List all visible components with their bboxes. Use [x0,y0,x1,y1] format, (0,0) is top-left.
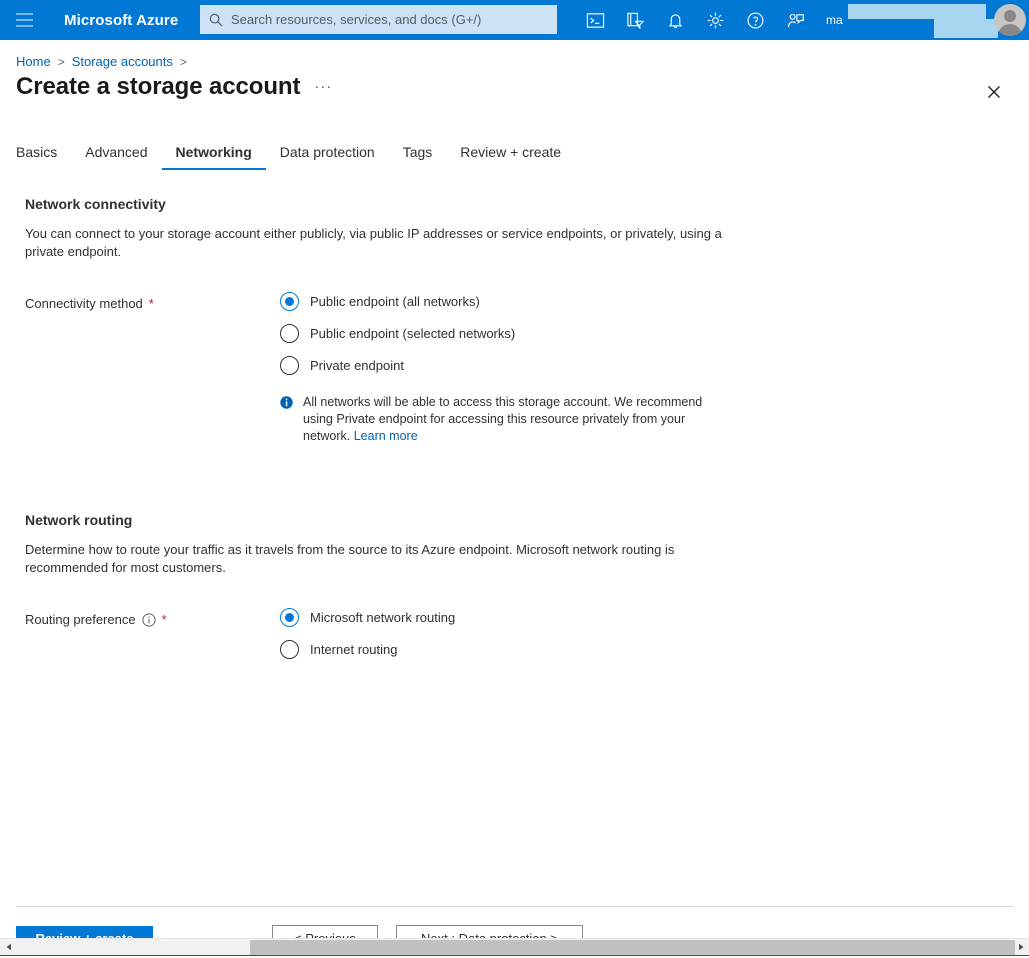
section-description-network-connectivity: You can connect to your storage account … [25,225,725,261]
radio-option-private-endpoint[interactable]: Private endpoint [280,356,728,375]
radio-option-microsoft-network-routing[interactable]: Microsoft network routing [280,608,455,627]
account-menu[interactable]: ma [826,0,843,40]
wizard-tabs: Basics Advanced Networking Data protecti… [16,140,575,170]
tab-tags[interactable]: Tags [389,140,447,170]
tab-advanced[interactable]: Advanced [71,140,161,170]
avatar-head [1004,10,1016,22]
hamburger-line [16,13,33,15]
page-title: Create a storage account [16,73,300,101]
radio-indicator[interactable] [280,356,299,375]
info-filled-icon [280,394,294,445]
networking-form: Network connectivity You can connect to … [0,185,1029,659]
breadcrumb-item-home[interactable]: Home [16,54,51,69]
tab-basics[interactable]: Basics [16,140,71,170]
required-asterisk: * [149,296,154,311]
horizontal-scrollbar[interactable] [0,938,1029,955]
radio-label: Internet routing [310,642,397,657]
tab-data-protection[interactable]: Data protection [266,140,389,170]
field-label-text: Routing preference [25,612,136,627]
more-options-button[interactable]: ··· [314,78,332,95]
radio-option-public-endpoint-all-networks[interactable]: Public endpoint (all networks) [280,292,728,311]
section-description-network-routing: Determine how to route your traffic as i… [25,541,705,577]
breadcrumb: Home > Storage accounts > [16,54,187,69]
azure-top-bar: Microsoft Azure Search resources, servic… [0,0,1029,40]
radio-option-internet-routing[interactable]: Internet routing [280,640,455,659]
info-note-text: All networks will be able to access this… [303,394,728,445]
avatar[interactable] [994,4,1026,36]
avatar-body [998,24,1022,36]
search-icon [209,13,223,27]
directory-filter-icon[interactable] [615,0,655,40]
radio-option-public-endpoint-selected-networks[interactable]: Public endpoint (selected networks) [280,324,728,343]
top-bar-icon-group [575,0,815,40]
search-input-placeholder[interactable]: Search resources, services, and docs (G+… [231,12,481,27]
hamburger-line [16,25,33,27]
global-search-box[interactable]: Search resources, services, and docs (G+… [200,5,557,34]
radio-group-connectivity-method: Public endpoint (all networks) Public en… [280,292,728,445]
section-heading-network-connectivity: Network connectivity [25,196,1029,212]
field-routing-preference: Routing preference * Microsoft network r… [25,608,1029,659]
notifications-bell-icon[interactable] [655,0,695,40]
scroll-left-arrow-icon[interactable] [0,939,17,956]
info-note-connectivity: All networks will be able to access this… [280,394,728,445]
field-label-routing-preference: Routing preference * [25,608,280,659]
required-asterisk: * [162,612,167,627]
help-question-icon[interactable] [735,0,775,40]
settings-gear-icon[interactable] [695,0,735,40]
radio-label: Private endpoint [310,358,404,373]
learn-more-link[interactable]: Learn more [354,429,418,443]
redacted-account-block [848,4,986,19]
scrollbar-track[interactable] [17,939,1012,956]
radio-label: Public endpoint (selected networks) [310,326,515,341]
cloud-shell-icon[interactable] [575,0,615,40]
account-name-label: ma [826,13,843,27]
title-row: Create a storage account ··· [16,73,332,101]
tab-review-create[interactable]: Review + create [446,140,575,170]
field-connectivity-method: Connectivity method * Public endpoint (a… [25,292,1029,445]
scrollbar-thumb[interactable] [250,940,1015,955]
radio-label: Microsoft network routing [310,610,455,625]
hamburger-menu-icon[interactable] [0,0,48,40]
radio-label: Public endpoint (all networks) [310,294,480,309]
tab-networking[interactable]: Networking [162,140,266,170]
breadcrumb-item-storage-accounts[interactable]: Storage accounts [72,54,173,69]
field-label-connectivity-method: Connectivity method * [25,292,280,445]
section-heading-network-routing: Network routing [25,512,1029,528]
hamburger-line [16,19,33,21]
azure-brand-link[interactable]: Microsoft Azure [64,12,178,29]
radio-group-routing-preference: Microsoft network routing Internet routi… [280,608,455,659]
footer-divider [16,906,1013,907]
field-label-text: Connectivity method [25,296,143,311]
redacted-tenant-block [934,19,998,38]
feedback-person-icon[interactable] [775,0,815,40]
breadcrumb-separator: > [180,55,187,69]
close-icon[interactable] [981,79,1007,105]
breadcrumb-separator: > [58,55,65,69]
info-tooltip-icon[interactable] [142,613,156,627]
radio-indicator[interactable] [280,324,299,343]
radio-indicator[interactable] [280,292,299,311]
radio-indicator[interactable] [280,640,299,659]
radio-indicator[interactable] [280,608,299,627]
